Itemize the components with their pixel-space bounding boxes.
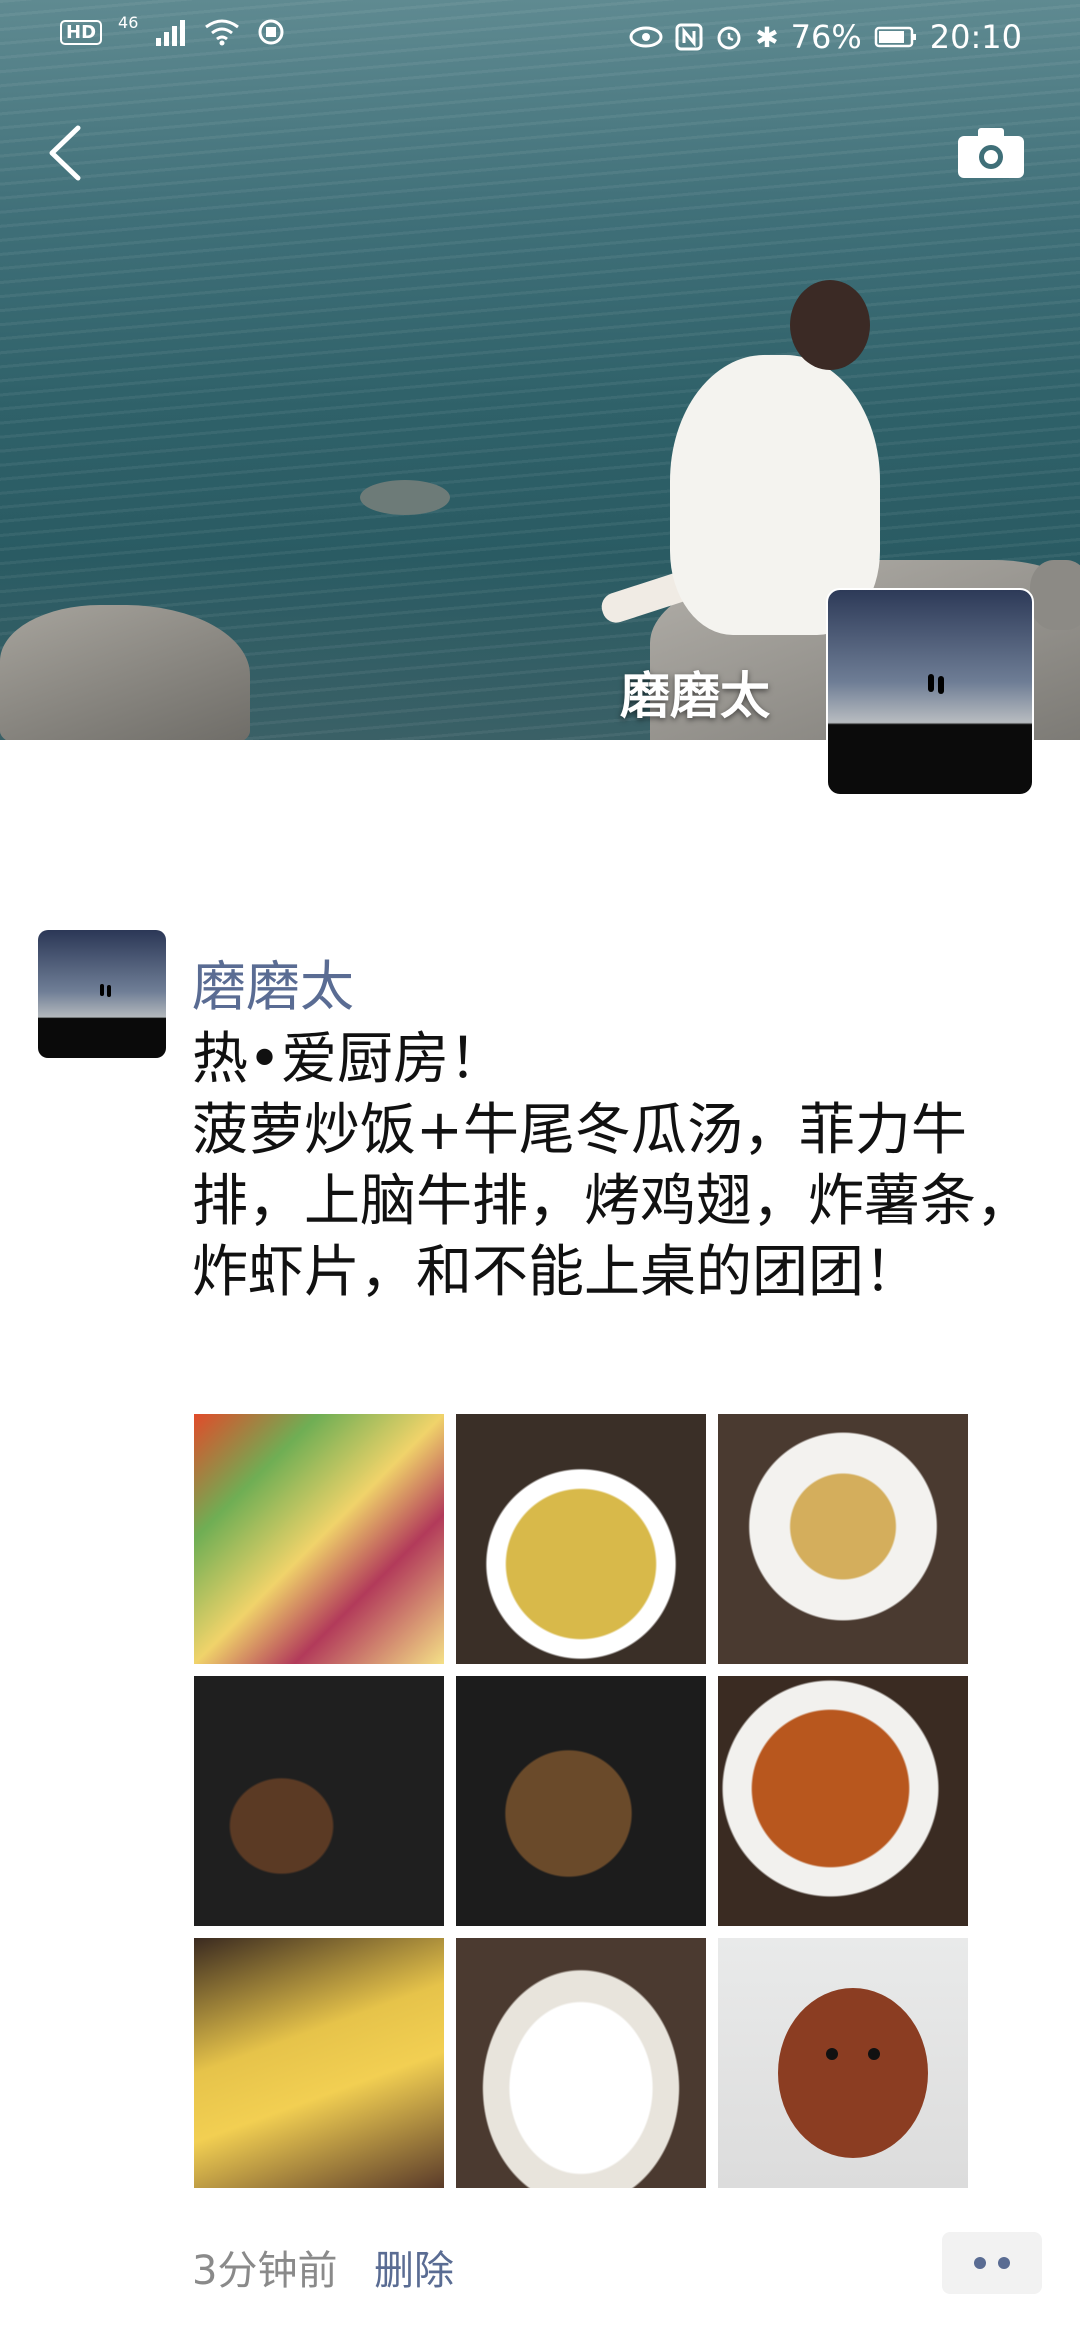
dog-eye <box>868 2048 880 2060</box>
battery-percent: 76% <box>790 18 862 56</box>
alarm-icon <box>717 26 741 50</box>
nfc-icon <box>675 23 703 51</box>
water-rock <box>360 480 450 515</box>
dog-eye <box>826 2048 838 2060</box>
delete-link[interactable]: 删除 <box>374 2238 454 2296</box>
fried-rice-plate-photo[interactable] <box>718 1414 968 1664</box>
back-chevron-icon <box>49 125 81 181</box>
status-left: HD 46 <box>60 13 286 46</box>
avatar-silhouette <box>107 985 111 997</box>
battery-icon <box>874 26 916 48</box>
more-dot-icon <box>998 2257 1010 2269</box>
post-text: 热•爱厨房！ 菠萝炒饭+牛尾冬瓜汤，菲力牛排，上脑牛排，烤鸡翅，炸薯条，炸虾片，… <box>192 1027 1032 1305</box>
more-dot-icon <box>974 2257 986 2269</box>
shore-rock-left <box>0 605 250 740</box>
cover-username: 磨磨太 <box>620 667 770 725</box>
clock: 20:10 <box>929 18 1022 56</box>
post-photo-grid <box>194 1414 968 2188</box>
camera-icon <box>958 128 1024 178</box>
person-head <box>790 280 870 370</box>
bluetooth-icon: ✱ <box>755 20 779 54</box>
shrimp-chips-photo[interactable] <box>456 1938 706 2188</box>
shore-rock-edge <box>1030 560 1080 630</box>
wifi-icon <box>205 19 240 46</box>
pineapple-fried-rice-photo[interactable] <box>456 1414 706 1664</box>
avatar-silhouette <box>928 674 934 692</box>
post-author-avatar[interactable] <box>38 930 166 1058</box>
hotspot-icon <box>258 19 284 45</box>
more-actions-button[interactable] <box>942 2232 1042 2294</box>
camera-button[interactable] <box>956 124 1026 180</box>
avatar-silhouette <box>938 676 944 694</box>
hd-badge: HD <box>60 19 103 45</box>
puppy-photo[interactable] <box>718 1938 968 2188</box>
ingredients-photo[interactable] <box>194 1414 444 1664</box>
post-timestamp: 3分钟前 <box>192 2248 338 2294</box>
roast-chicken-wings-photo[interactable] <box>718 1676 968 1926</box>
dog-shape <box>778 1988 928 2158</box>
profile-avatar[interactable] <box>826 588 1034 796</box>
status-bar: HD 46 ✱ 76% 20:10 <box>0 0 1080 76</box>
status-right: ✱ 76% 20:10 <box>629 18 1022 56</box>
post-author-name[interactable]: 磨磨太 <box>192 942 354 1021</box>
ribeye-steak-photo[interactable] <box>456 1676 706 1926</box>
back-button[interactable] <box>36 118 96 188</box>
network-type: 46 <box>118 12 139 32</box>
french-fries-photo[interactable] <box>194 1938 444 2188</box>
filet-steak-photo[interactable] <box>194 1676 444 1926</box>
signal-icon <box>156 20 186 46</box>
avatar-silhouette <box>100 984 104 996</box>
eye-icon <box>629 26 663 48</box>
